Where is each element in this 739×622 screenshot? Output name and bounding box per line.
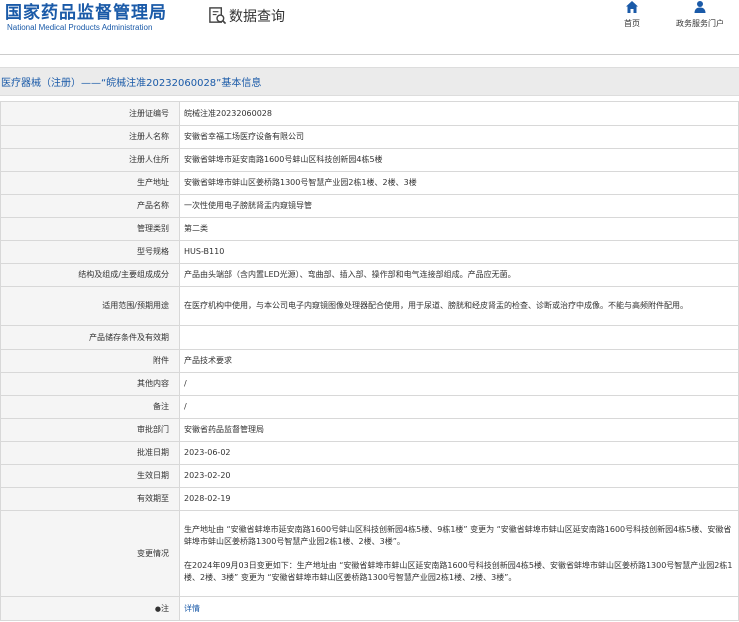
field-value: 产品技术要求 [179,349,739,373]
table-row: 生产地址 安徽省蚌埠市蚌山区姜桥路1300号智慧产业园2栋1楼、2楼、3楼 [0,171,739,195]
table-row: 产品名称 一次性使用电子膀胱肾盂内窥镜导管 [0,194,739,218]
field-label: 附件 [0,349,180,373]
field-label: 结构及组成/主要组成成分 [0,263,180,287]
field-label: 生效日期 [0,464,180,488]
field-label: 管理类别 [0,217,180,241]
nav-gov-service[interactable]: 政务服务门户 [665,0,735,29]
table-row: 注册人住所 安徽省蚌埠市延安南路1600号蚌山区科技创新园4栋5楼 [0,148,739,172]
field-label: 变更情况 [0,510,180,597]
table-row: 变更情况 生产地址由 “安徽省蚌埠市延安南路1600号蚌山区科技创新园4栋5楼、… [0,510,739,597]
table-row: 型号规格 HUS-B110 [0,240,739,264]
field-value: 皖械注准20232060028 [179,101,739,126]
nav-gov-service-label: 政务服务门户 [676,19,724,28]
table-row: 适用范围/预期用途 在医疗机构中使用，与本公司电子内窥镜图像处理器配合使用，用于尿… [0,286,739,326]
field-label: 审批部门 [0,418,180,442]
field-label: 产品名称 [0,194,180,218]
site-logo-english: National Medical Products Administration [7,23,153,32]
data-query-title: 数据查询 [229,9,285,25]
field-value: 安徽省蚌埠市延安南路1600号蚌山区科技创新园4栋5楼 [179,148,739,172]
change-history: 生产地址由 “安徽省蚌埠市延安南路1600号蚌山区科技创新园4栋5楼、9栋1楼”… [179,510,739,597]
field-label: 产品储存条件及有效期 [0,325,180,350]
field-value: 2023-02-20 [179,464,739,488]
note-label-text: 注 [161,603,169,613]
details-link[interactable]: 详情 [184,604,200,613]
change-entry: 生产地址由 “安徽省蚌埠市延安南路1600号蚌山区科技创新园4栋5楼、9栋1楼”… [184,524,732,546]
site-header: 国家药品监督管理局 National Medical Products Admi… [0,0,739,55]
table-row: 备注 / [0,395,739,419]
table-row: 管理类别 第二类 [0,217,739,241]
field-label: 生产地址 [0,171,180,195]
field-label: 型号规格 [0,240,180,264]
home-icon [626,1,638,13]
field-value: 第二类 [179,217,739,241]
table-row: 有效期至 2028-02-19 [0,487,739,511]
table-row: 结构及组成/主要组成成分 产品由头端部（含内置LED光源）、弯曲部、插入部、操作部… [0,263,739,287]
change-entry: 在2024年09月03日变更如下：生产地址由 “安徽省蚌埠市蚌山区延安南路160… [184,560,733,582]
field-value: / [179,395,739,419]
detail-table: 注册证编号 皖械注准20232060028 注册人名称 安徽省幸福工场医疗设备有限公… [0,101,739,621]
field-value [179,325,739,350]
note-label: ●注 [0,596,180,621]
record-title: 医疗器械（注册）——“皖械注准20232060028”基本信息 [1,78,262,89]
field-label: 适用范围/预期用途 [0,286,180,326]
field-value: 安徽省蚌埠市蚌山区姜桥路1300号智慧产业园2栋1楼、2楼、3楼 [179,171,739,195]
table-row: ●注 详情 [0,596,739,621]
field-label: 注册人名称 [0,125,180,149]
field-label: 其他内容 [0,372,180,396]
table-row: 注册证编号 皖械注准20232060028 [0,101,739,126]
note-value: 详情 [179,596,739,621]
field-value: 2028-02-19 [179,487,739,511]
field-value: 在医疗机构中使用，与本公司电子内窥镜图像处理器配合使用，用于尿道、膀胱和经皮肾盂… [179,286,739,326]
field-label: 批准日期 [0,441,180,465]
table-row: 产品储存条件及有效期 [0,325,739,350]
data-query-icon [209,7,227,25]
nav-home-label: 首页 [624,19,640,28]
table-row: 注册人名称 安徽省幸福工场医疗设备有限公司 [0,125,739,149]
change-spacer [184,548,734,560]
table-row: 附件 产品技术要求 [0,349,739,373]
field-label: 有效期至 [0,487,180,511]
field-value: 2023-06-02 [179,441,739,465]
field-value: 一次性使用电子膀胱肾盂内窥镜导管 [179,194,739,218]
table-row: 批准日期 2023-06-02 [0,441,739,465]
table-row: 其他内容 / [0,372,739,396]
field-value: 安徽省幸福工场医疗设备有限公司 [179,125,739,149]
site-logo[interactable]: 国家药品监督管理局 [5,0,167,23]
field-label: 注册人住所 [0,148,180,172]
field-label: 注册证编号 [0,101,180,126]
table-row: 生效日期 2023-02-20 [0,464,739,488]
field-value: / [179,372,739,396]
header-divider [0,54,739,55]
field-value: HUS-B110 [179,240,739,264]
record-title-bar: 医疗器械（注册）——“皖械注准20232060028”基本信息 [0,67,739,96]
user-icon [694,1,706,13]
field-label: 备注 [0,395,180,419]
field-value: 产品由头端部（含内置LED光源）、弯曲部、插入部、操作部和电气连接部组成。产品应… [179,263,739,287]
field-value: 安徽省药品监督管理局 [179,418,739,442]
table-row: 审批部门 安徽省药品监督管理局 [0,418,739,442]
nav-home[interactable]: 首页 [615,0,649,29]
